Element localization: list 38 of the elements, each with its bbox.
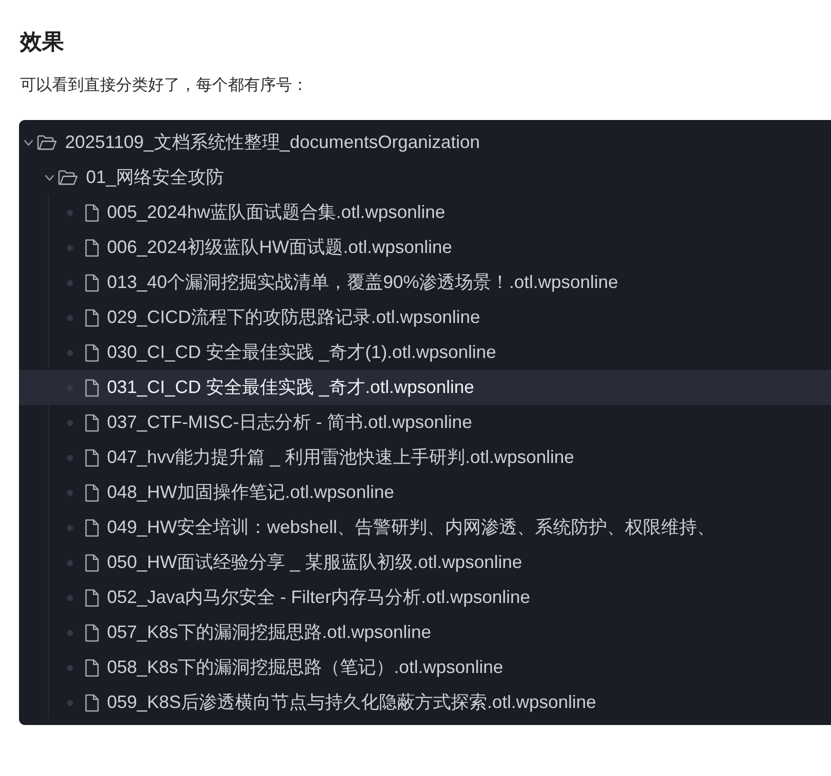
file-icon	[85, 344, 99, 362]
folder-tree-item[interactable]: 01_网络安全攻防	[19, 160, 831, 195]
file-icon	[85, 414, 99, 432]
chevron-down-icon[interactable]	[44, 174, 54, 180]
intro-text: 可以看到直接分类好了，每个都有序号：	[19, 76, 309, 96]
file-tree-item[interactable]: 057_K8s下的漏洞挖掘思路.otl.wpsonline	[19, 615, 831, 650]
folder-open-icon	[58, 170, 78, 186]
file-tree-item[interactable]: 048_HW加固操作笔记.otl.wpsonline	[19, 475, 831, 510]
file-icon	[85, 624, 99, 642]
file-tree-item[interactable]: 006_2024初级蓝队HW面试题.otl.wpsonline	[19, 230, 831, 265]
file-icon	[85, 554, 99, 572]
file-tree-item[interactable]: 059_K8S后渗透横向节点与持久化隐蔽方式探索.otl.wpsonline	[19, 685, 831, 720]
file-icon	[85, 588, 99, 606]
file-tree-item[interactable]: 037_CTF-MISC-日志分析 - 简书.otl.wpsonline	[19, 405, 831, 440]
file-tree-item[interactable]: 047_hvv能力提升篇 _ 利用雷池快速上手研判.otl.wpsonline	[19, 440, 831, 475]
file-icon	[85, 204, 99, 222]
file-icon	[85, 484, 99, 502]
file-icon	[85, 238, 99, 256]
file-icon	[85, 378, 99, 396]
file-tree-item[interactable]: 030_CI_CD 安全最佳实践 _奇才(1).otl.wpsonline	[19, 335, 831, 370]
file-icon	[85, 308, 99, 326]
file-icon	[85, 448, 99, 466]
folder-open-icon	[37, 134, 57, 150]
file-tree-item[interactable]: 052_Java内马尔安全 - Filter内存马分析.otl.wpsonline	[19, 580, 831, 615]
file-icon	[85, 518, 99, 536]
section-heading: 效果	[19, 28, 65, 56]
file-tree-item[interactable]: 005_2024hw蓝队面试题合集.otl.wpsonline	[19, 195, 831, 230]
file-icon	[85, 694, 99, 712]
file-tree-item[interactable]: 029_CICD流程下的攻防思路记录.otl.wpsonline	[19, 300, 831, 335]
file-tree-item[interactable]: 058_K8s下的漏洞挖掘思路（笔记）.otl.wpsonline	[19, 650, 831, 685]
chevron-down-icon[interactable]	[24, 140, 32, 146]
file-tree-item[interactable]: 013_40个漏洞挖掘实战清单，覆盖90%渗透场景！.otl.wpsonline	[19, 265, 831, 300]
file-tree-item[interactable]: 031_CI_CD 安全最佳实践 _奇才.otl.wpsonline	[19, 370, 831, 405]
folder-tree-item[interactable]: 20251109_文档系统性整理_documentsOrganization	[19, 125, 831, 160]
file-tree-item[interactable]: 050_HW面试经验分享 _ 某服蓝队初级.otl.wpsonline	[19, 545, 831, 580]
file-icon	[85, 274, 99, 292]
file-tree-item[interactable]: 049_HW安全培训：webshell、告警研判、内网渗透、系统防护、权限维持、	[19, 510, 831, 545]
file-icon	[85, 658, 99, 676]
